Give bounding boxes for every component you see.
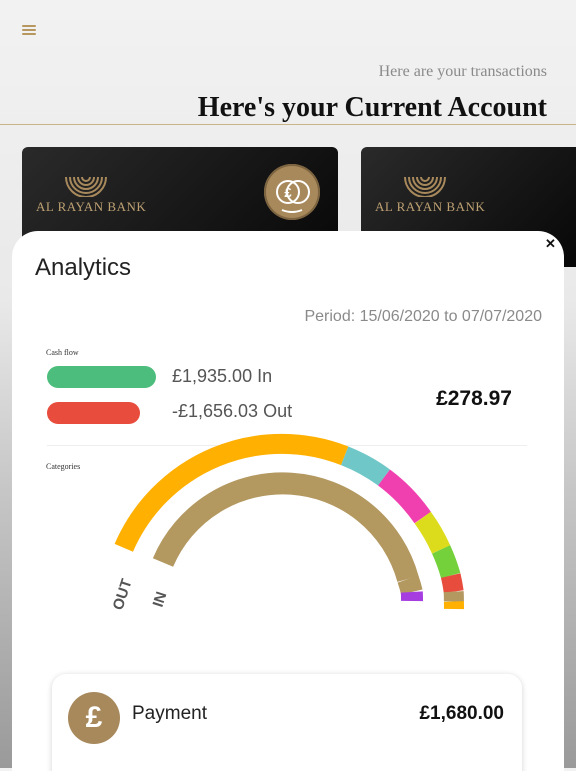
in-segment-gold	[163, 483, 408, 579]
page-subtitle: Here are your transactions	[379, 63, 547, 81]
out-axis-label: OUT	[110, 577, 136, 612]
out-segment-pink	[384, 478, 423, 518]
status-bar	[0, 0, 576, 14]
out-segment-red	[451, 576, 454, 592]
analytics-modal: Analytics Period: 15/06/2020 to 07/07/20…	[12, 231, 564, 771]
menu-icon[interactable]	[22, 25, 36, 37]
pound-icon: £	[68, 692, 120, 744]
bank-name: AL RAYAN BANK	[375, 199, 485, 215]
bank-logo-icon	[62, 157, 110, 197]
bank-logo-icon	[401, 157, 449, 197]
out-segment-green	[441, 549, 451, 575]
page-title: Here's your Current Account	[198, 92, 547, 124]
payment-amount: £1,680.00	[419, 703, 504, 725]
payment-label: Payment	[132, 703, 207, 725]
title-divider	[0, 124, 576, 125]
payment-card[interactable]: £ Payment £1,680.00	[52, 674, 522, 771]
categories-chart: OUT IN	[12, 231, 564, 651]
in-segment-gold-2	[408, 579, 412, 592]
out-segment-teal	[345, 456, 384, 478]
out-segment-yellow	[423, 518, 441, 550]
close-icon[interactable]: ✕	[545, 236, 556, 252]
pound-coin-icon: £	[264, 164, 320, 220]
bank-name: AL RAYAN BANK	[36, 199, 146, 215]
in-axis-label: IN	[150, 590, 171, 610]
